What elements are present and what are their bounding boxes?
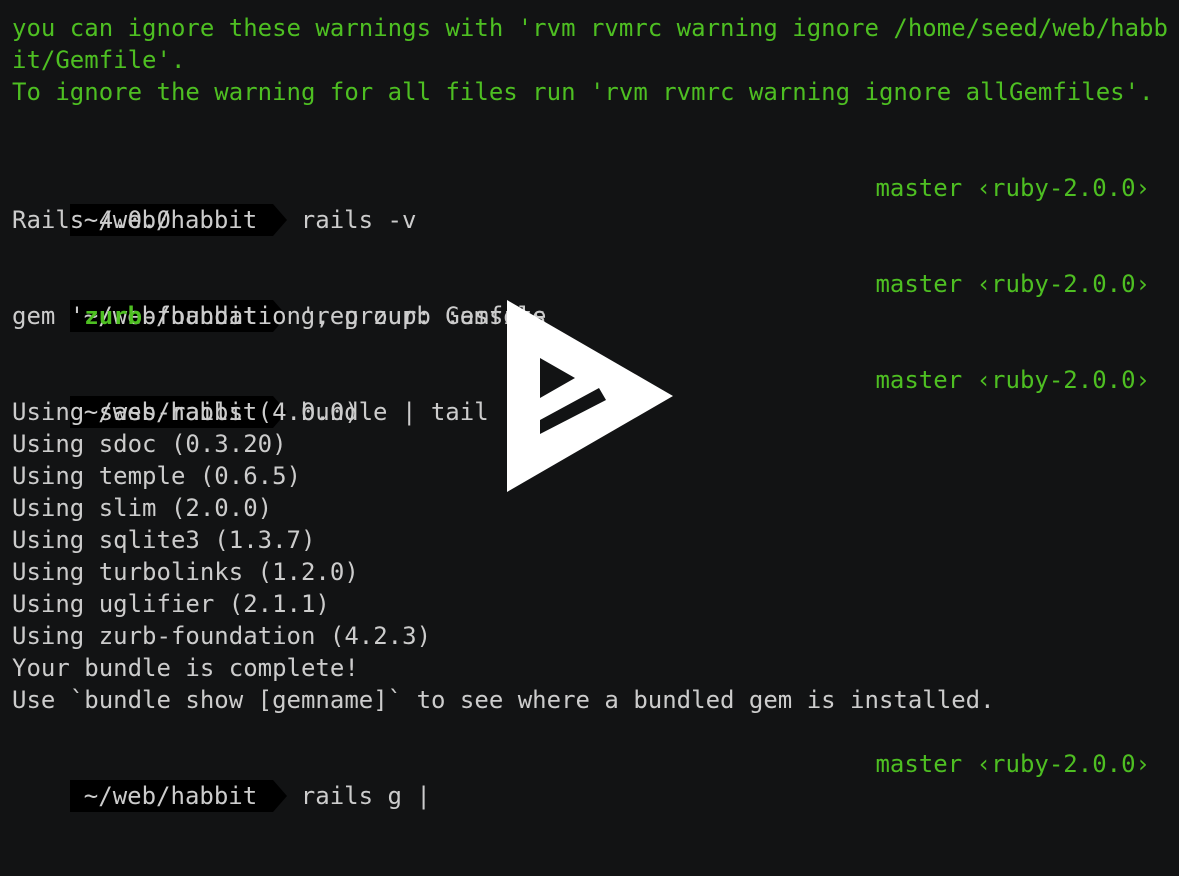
git-ruby-status: master ‹ruby-2.0.0› xyxy=(875,174,1150,202)
output-text: -foundation', group: :assets xyxy=(142,302,547,330)
output-line: Your bundle is complete! xyxy=(12,654,359,682)
prompt-line: ~/web/habbit grep zurb Gemfile master ‹ru… xyxy=(12,268,1172,332)
output-line: Using slim (2.0.0) xyxy=(12,494,273,522)
prompt-path: ~/web/habbit xyxy=(69,780,287,812)
git-ruby-status: master ‹ruby-2.0.0› xyxy=(875,366,1150,394)
warning-line: you can ignore these warnings with 'rvm … xyxy=(12,14,1168,42)
grep-match: zurb xyxy=(84,302,143,330)
output-text: gem ' xyxy=(12,302,85,330)
output-line: Using zurb-foundation (4.2.3) xyxy=(12,622,432,650)
output-line: Rails 4.0.0 xyxy=(12,206,171,234)
output-line: Use `bundle show [gemname]` to see where… xyxy=(12,686,995,714)
text-cursor: | xyxy=(416,782,431,810)
git-ruby-status: master ‹ruby-2.0.0› xyxy=(875,750,1150,778)
warning-line: it/Gemfile'. xyxy=(12,46,186,74)
output-line: Using uglifier (2.1.1) xyxy=(12,590,330,618)
asciinema-play-icon[interactable] xyxy=(507,300,673,492)
git-ruby-status: master ‹ruby-2.0.0› xyxy=(875,270,1150,298)
warning-line: To ignore the warning for all files run … xyxy=(12,78,1154,106)
command-text: rails g xyxy=(300,782,417,810)
output-line: Using sqlite3 (1.3.7) xyxy=(12,526,316,554)
prompt-line: ~/web/habbit rails -v master ‹ruby-2.0.0› xyxy=(12,172,1172,236)
prompt-line: ~/web/habbit rails g | master ‹ruby-2.0.0… xyxy=(12,748,1172,812)
output-line: Using turbolinks (1.2.0) xyxy=(12,558,359,586)
